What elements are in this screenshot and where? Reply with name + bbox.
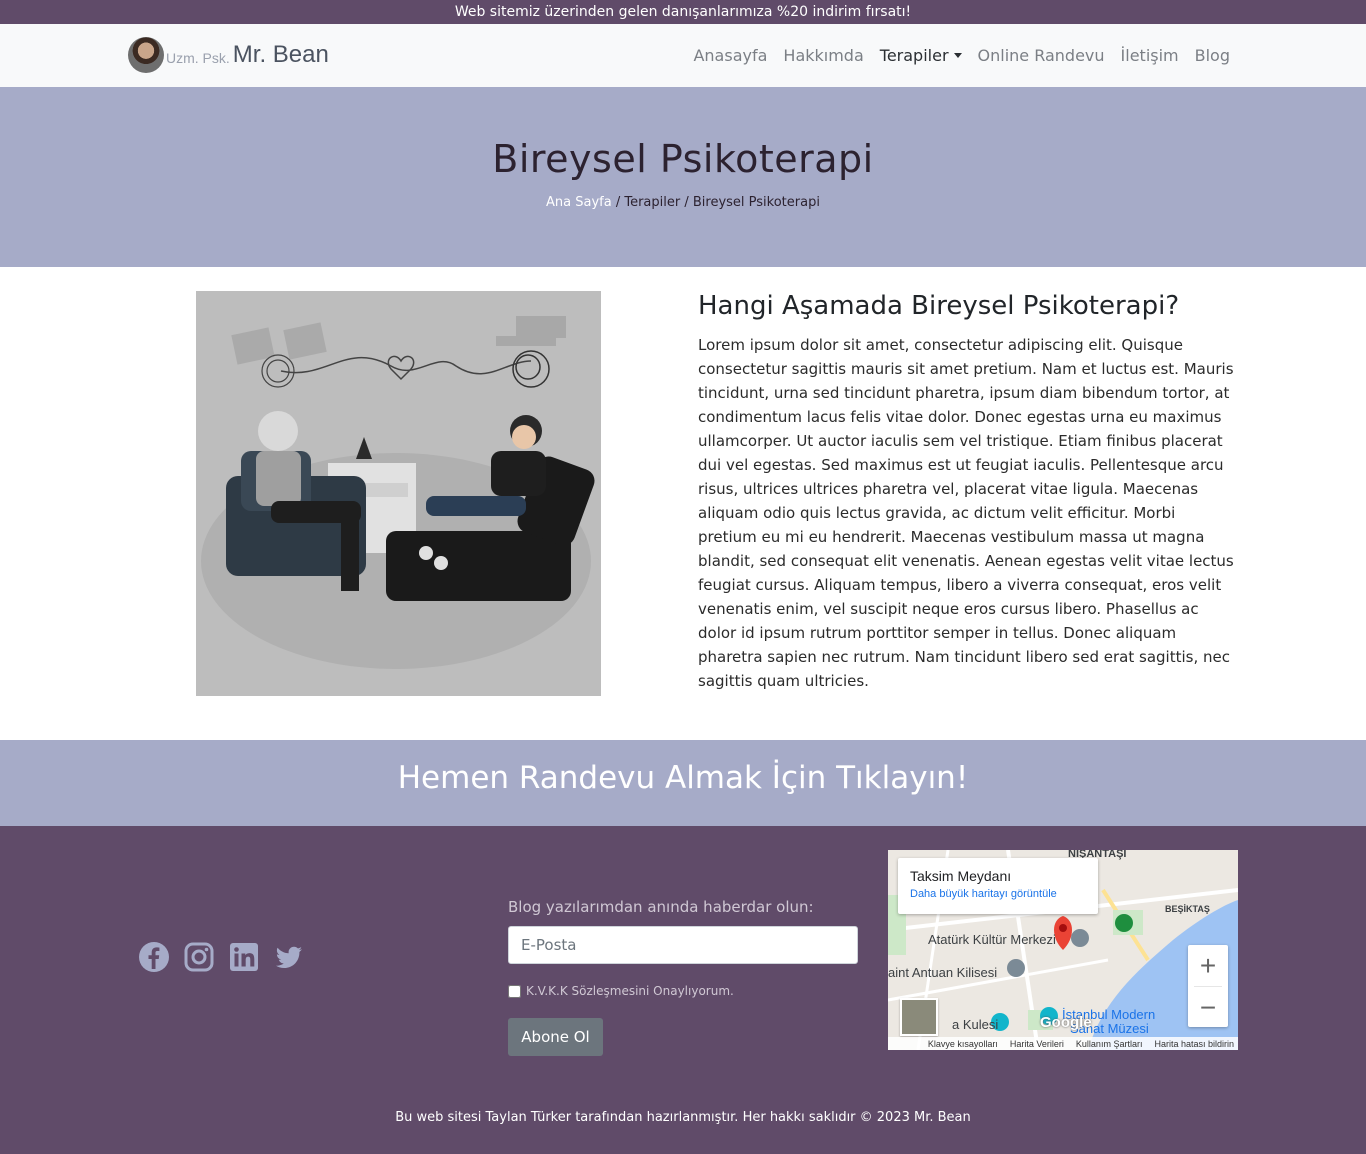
social-links: [138, 941, 318, 973]
map-label-antuan: aint Antuan Kilisesi: [888, 965, 998, 980]
announcement-text: Web sitemiz üzerinden gelen danışanlarım…: [454, 4, 912, 20]
appointment-cta: Hemen Randevu Almak İçin Tıklayın!: [0, 740, 1366, 826]
map-data-link[interactable]: Harita Verileri: [1010, 1039, 1064, 1049]
linkedin-icon[interactable]: [228, 941, 260, 973]
kvkk-checkbox[interactable]: [508, 984, 521, 998]
nav-item-online-randevu[interactable]: Online Randevu: [978, 46, 1105, 65]
brand-name: Mr. Bean: [232, 41, 329, 68]
navbar: Uzm. Psk. Mr. Bean Anasayfa Hakkımda Ter…: [0, 24, 1366, 87]
page-title: Bireysel Psikoterapi: [492, 137, 874, 181]
brand-prefix: Uzm. Psk.: [166, 50, 230, 66]
map-label-kulesi: a Kulesi: [952, 1017, 999, 1032]
footer: Blog yazılarımdan anında haberdar olun: …: [0, 826, 1366, 1154]
map-place-title: Taksim Meydanı: [910, 868, 1012, 884]
main-content: Hangi Aşamada Bireysel Psikoterapi? Lore…: [0, 267, 1366, 740]
breadcrumb-home-link[interactable]: Ana Sayfa: [546, 195, 612, 210]
announcement-bar: Web sitemiz üzerinden gelen danışanlarım…: [0, 0, 1366, 24]
article: Hangi Aşamada Bireysel Psikoterapi? Lore…: [698, 291, 1238, 693]
nav-menu: Anasayfa Hakkımda Terapiler Online Rande…: [677, 24, 1230, 87]
map-terms-link[interactable]: Kullanım Şartları: [1076, 1039, 1143, 1049]
article-heading: Hangi Aşamada Bireysel Psikoterapi?: [698, 291, 1180, 321]
breadcrumb-separator: /: [680, 195, 693, 210]
map-report-error-link[interactable]: Harita hatası bildirin: [1154, 1039, 1234, 1049]
kvkk-consent: K.V.K.K Sözleşmesini Onaylıyorum.: [508, 984, 858, 998]
zoom-out-button[interactable]: −: [1188, 987, 1228, 1028]
subscribe-button[interactable]: Abone Ol: [508, 1018, 603, 1056]
twitter-icon[interactable]: [273, 941, 305, 973]
breadcrumb-current: Bireysel Psikoterapi: [692, 195, 820, 210]
avatar: [128, 37, 164, 73]
therapy-session-illustration: [196, 291, 601, 696]
email-field[interactable]: [508, 926, 858, 964]
breadcrumb-separator: /: [611, 195, 625, 210]
brand-logo[interactable]: Uzm. Psk. Mr. Bean: [128, 37, 329, 73]
newsletter-form: Blog yazılarımdan anında haberdar olun: …: [508, 898, 858, 1056]
appointment-cta-link[interactable]: Hemen Randevu Almak İçin Tıklayın!: [398, 740, 969, 816]
breadcrumb: Ana Sayfa / Terapiler / Bireysel Psikote…: [0, 195, 1366, 210]
nav-item-blog[interactable]: Blog: [1195, 46, 1230, 65]
larger-map-link[interactable]: Daha büyük haritayı görüntüle: [910, 888, 1086, 900]
nav-item-terapiler-dropdown[interactable]: Terapiler: [880, 46, 962, 65]
nav-item-hakkimda[interactable]: Hakkımda: [783, 46, 863, 65]
kvkk-consent-label: K.V.K.K Sözleşmesini Onaylıyorum.: [526, 984, 734, 998]
nav-item-iletisim[interactable]: İletişim: [1121, 46, 1179, 65]
page-header: Bireysel Psikoterapi Ana Sayfa / Terapil…: [0, 87, 1366, 267]
nav-item-anasayfa[interactable]: Anasayfa: [693, 46, 767, 65]
facebook-icon[interactable]: [138, 941, 170, 973]
nav-item-terapiler: Terapiler: [879, 46, 949, 65]
breadcrumb-parent: Terapiler: [624, 195, 681, 210]
map-label-akm: Atatürk Kültür Merkezi: [928, 932, 1056, 947]
copyright-text: Bu web sitesi Taylan Türker tarafından h…: [395, 1110, 971, 1125]
satellite-toggle[interactable]: [900, 998, 938, 1036]
map-zoom-controls: + −: [1188, 945, 1228, 1027]
map-place-card: Taksim Meydanı Daha büyük haritayı görün…: [898, 858, 1098, 914]
google-logo: Google: [1040, 1014, 1092, 1031]
map-label-besiktas: BEŞİKTAŞ: [1165, 904, 1210, 914]
map-keyboard-shortcuts-link[interactable]: Klavye kısayolları: [928, 1039, 998, 1049]
map-attribution: Klavye kısayolları Harita Verileri Kulla…: [888, 1037, 1238, 1050]
newsletter-label: Blog yazılarımdan anında haberdar olun:: [508, 898, 814, 916]
article-body: Lorem ipsum dolor sit amet, consectetur …: [698, 336, 1234, 690]
chevron-down-icon: [953, 53, 962, 58]
instagram-icon[interactable]: [183, 941, 215, 973]
map-embed[interactable]: NIŞANTAŞI BEŞİKTAŞ Atatürk Kültür Merkez…: [888, 850, 1238, 1050]
zoom-in-button[interactable]: +: [1188, 945, 1228, 986]
